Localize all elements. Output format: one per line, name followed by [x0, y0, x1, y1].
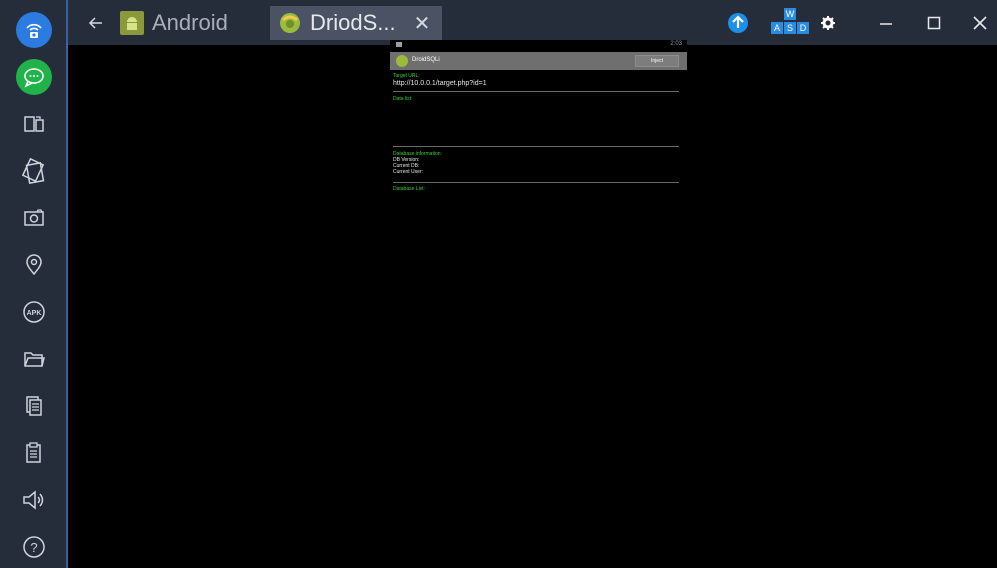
svg-text:?: ? [30, 540, 37, 555]
key-a: A [771, 22, 783, 34]
minimize-icon [880, 23, 892, 25]
svg-text:APK: APK [27, 310, 42, 317]
data-list-divider [393, 146, 679, 147]
minimize-button[interactable] [874, 8, 898, 38]
copy-icon [26, 396, 42, 416]
app-title: DroidSQLi [412, 57, 440, 63]
current-user-label: Current User: [393, 169, 424, 175]
android-app-icon [120, 11, 144, 35]
back-arrow-icon [88, 17, 102, 29]
keyboard-icon: W A S D [770, 8, 810, 38]
help-button[interactable]: ? [14, 527, 54, 567]
folder-button[interactable] [14, 339, 54, 379]
chat-button[interactable] [14, 57, 54, 97]
volume-button[interactable] [14, 480, 54, 520]
key-d: D [797, 22, 809, 34]
db-info-divider [393, 182, 679, 183]
paste-button[interactable] [14, 433, 54, 473]
rotate-button[interactable] [14, 151, 54, 191]
inject-button[interactable]: Inject [635, 55, 679, 67]
chat-icon [16, 59, 52, 95]
tab-android-label: Android [152, 10, 228, 35]
maximize-icon [927, 16, 941, 30]
multi-window-icon [24, 116, 44, 132]
close-icon [973, 16, 987, 30]
close-tab-icon[interactable]: ✕ [414, 11, 431, 36]
apk-icon: APK [23, 301, 45, 323]
location-button[interactable] [14, 245, 54, 285]
key-w: W [784, 8, 796, 20]
tab-driodsqli-label: DriodS... [310, 10, 396, 35]
target-url-label: Target URL: [393, 73, 420, 79]
app-logo-icon [396, 55, 408, 67]
camera-icon [16, 12, 52, 48]
gear-icon [821, 16, 835, 30]
sidebar: APK ? [0, 0, 68, 568]
camera-button[interactable] [14, 10, 54, 50]
back-button[interactable] [84, 8, 108, 38]
title-bar: Android DriodS... ✕ W A S D [68, 0, 997, 45]
tab-android[interactable]: Android [120, 6, 266, 40]
notification-icon [396, 42, 402, 47]
keymap-button[interactable]: W A S D [768, 8, 812, 38]
rotate-icon [21, 157, 45, 184]
target-url-input[interactable]: http://10.0.0.1/target.php?id=1 [393, 80, 487, 87]
key-s: S [784, 22, 796, 34]
app-screen: 2:03 DroidSQLi Inject Target URL: http:/… [390, 40, 687, 200]
upload-button[interactable] [726, 8, 750, 38]
folder-icon [24, 352, 45, 367]
screenshot-button[interactable] [14, 198, 54, 238]
url-underline [393, 91, 679, 92]
help-icon: ? [23, 536, 45, 558]
status-time: 2:03 [670, 41, 682, 47]
copy-button[interactable] [14, 386, 54, 426]
settings-button[interactable] [816, 8, 840, 38]
db-list-label: Database List: [393, 186, 425, 192]
driodsqli-app-icon [278, 11, 302, 35]
screenshot-icon [24, 209, 44, 226]
location-icon [26, 254, 42, 276]
data-list-label: Data list: [393, 96, 413, 102]
volume-icon [23, 490, 44, 510]
paste-icon [26, 442, 41, 463]
upload-icon [728, 13, 748, 33]
tab-driodsqli[interactable]: DriodS... ✕ [270, 6, 442, 40]
status-bar: 2:03 [390, 40, 687, 52]
multi-window-button[interactable] [14, 104, 54, 144]
close-button[interactable] [968, 8, 992, 38]
app-bar: DroidSQLi Inject [390, 52, 687, 70]
apk-button[interactable]: APK [14, 292, 54, 332]
maximize-button[interactable] [922, 8, 946, 38]
